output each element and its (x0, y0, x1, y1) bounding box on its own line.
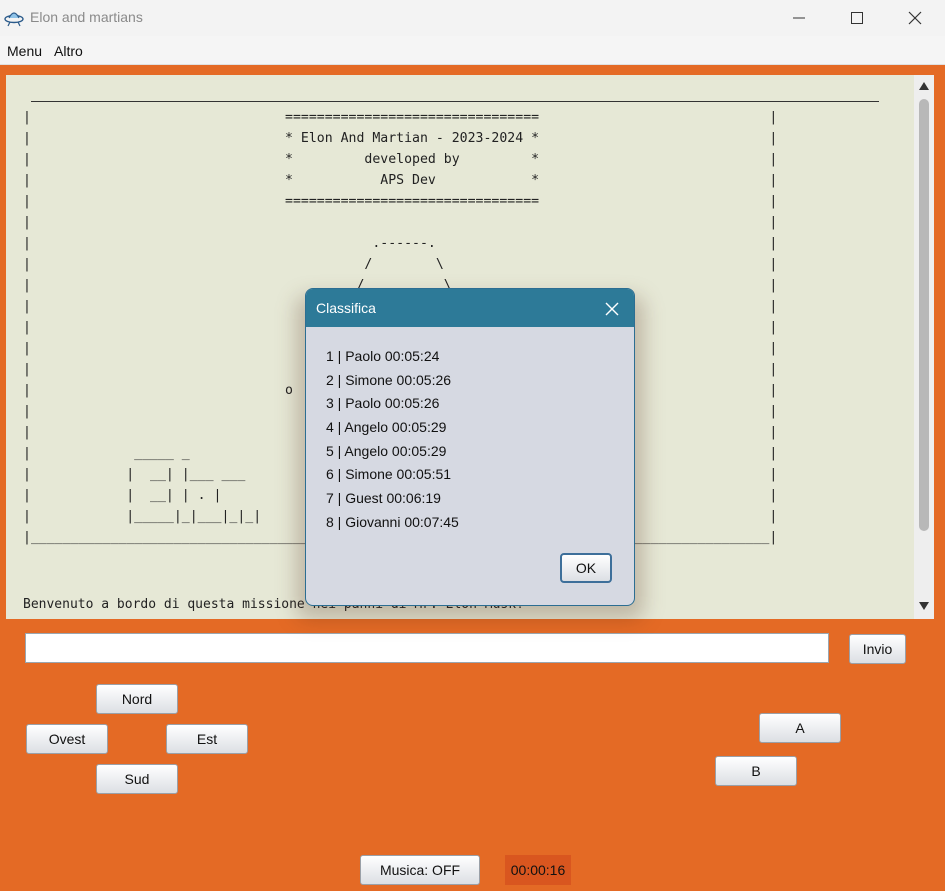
scrollbar-thumb[interactable] (919, 99, 929, 531)
menu-item-altro[interactable]: Altro (54, 43, 83, 59)
scroll-up-arrow-icon[interactable] (918, 81, 930, 91)
minimize-button[interactable] (770, 0, 828, 36)
close-icon[interactable] (600, 297, 624, 321)
north-button[interactable]: Nord (96, 684, 178, 714)
leaderboard-entry: 7 | Guest 00:06:19 (326, 490, 441, 507)
maximize-button[interactable] (828, 0, 886, 36)
leaderboard-entry: 1 | Paolo 00:05:24 (326, 348, 440, 364)
choice-a-button[interactable]: A (759, 713, 841, 743)
ascii-frame-top (31, 101, 879, 102)
dialog-title-bar: Classifica (306, 289, 634, 327)
ok-button[interactable]: OK (560, 553, 612, 583)
leaderboard-entry: 6 | Simone 00:05:51 (326, 466, 452, 483)
window-title: Elon and martians (30, 9, 143, 25)
leaderboard-entry: 8 | Giovanni 00:07:45 (326, 513, 459, 530)
menu-item-menu[interactable]: Menu (7, 43, 42, 59)
leaderboard-entry: 2 | Simone 00:05:26 (326, 371, 452, 388)
title-bar: Elon and martians (0, 0, 945, 36)
west-button[interactable]: Ovest (26, 724, 108, 754)
scroll-down-arrow-icon[interactable] (918, 601, 930, 611)
leaderboard-entry: 4 | Angelo 00:05:29 (326, 419, 447, 436)
music-toggle-button[interactable]: Musica: OFF (360, 855, 480, 885)
leaderboard-dialog: Classifica 1 | Paolo 00:05:24 2 | Simone… (305, 288, 635, 606)
game-timer: 00:00:16 (505, 855, 571, 885)
alien-ship-icon (4, 12, 24, 27)
south-button[interactable]: Sud (96, 764, 178, 794)
send-button[interactable]: Invio (849, 634, 906, 664)
east-button[interactable]: Est (166, 724, 248, 754)
leaderboard-list: 1 | Paolo 00:05:24 2 | Simone 00:05:26 3… (326, 345, 459, 535)
leaderboard-entry: 5 | Angelo 00:05:29 (326, 442, 447, 459)
choice-b-button[interactable]: B (715, 756, 797, 786)
dialog-title: Classifica (316, 300, 376, 316)
console-scrollbar[interactable] (914, 75, 934, 619)
maximize-icon (851, 12, 863, 24)
leaderboard-entry: 3 | Paolo 00:05:26 (326, 395, 440, 412)
command-input[interactable] (25, 633, 829, 663)
menu-bar: Menu Altro (0, 36, 945, 65)
close-icon (908, 11, 922, 25)
close-window-button[interactable] (886, 0, 944, 36)
minimize-icon (793, 17, 805, 19)
